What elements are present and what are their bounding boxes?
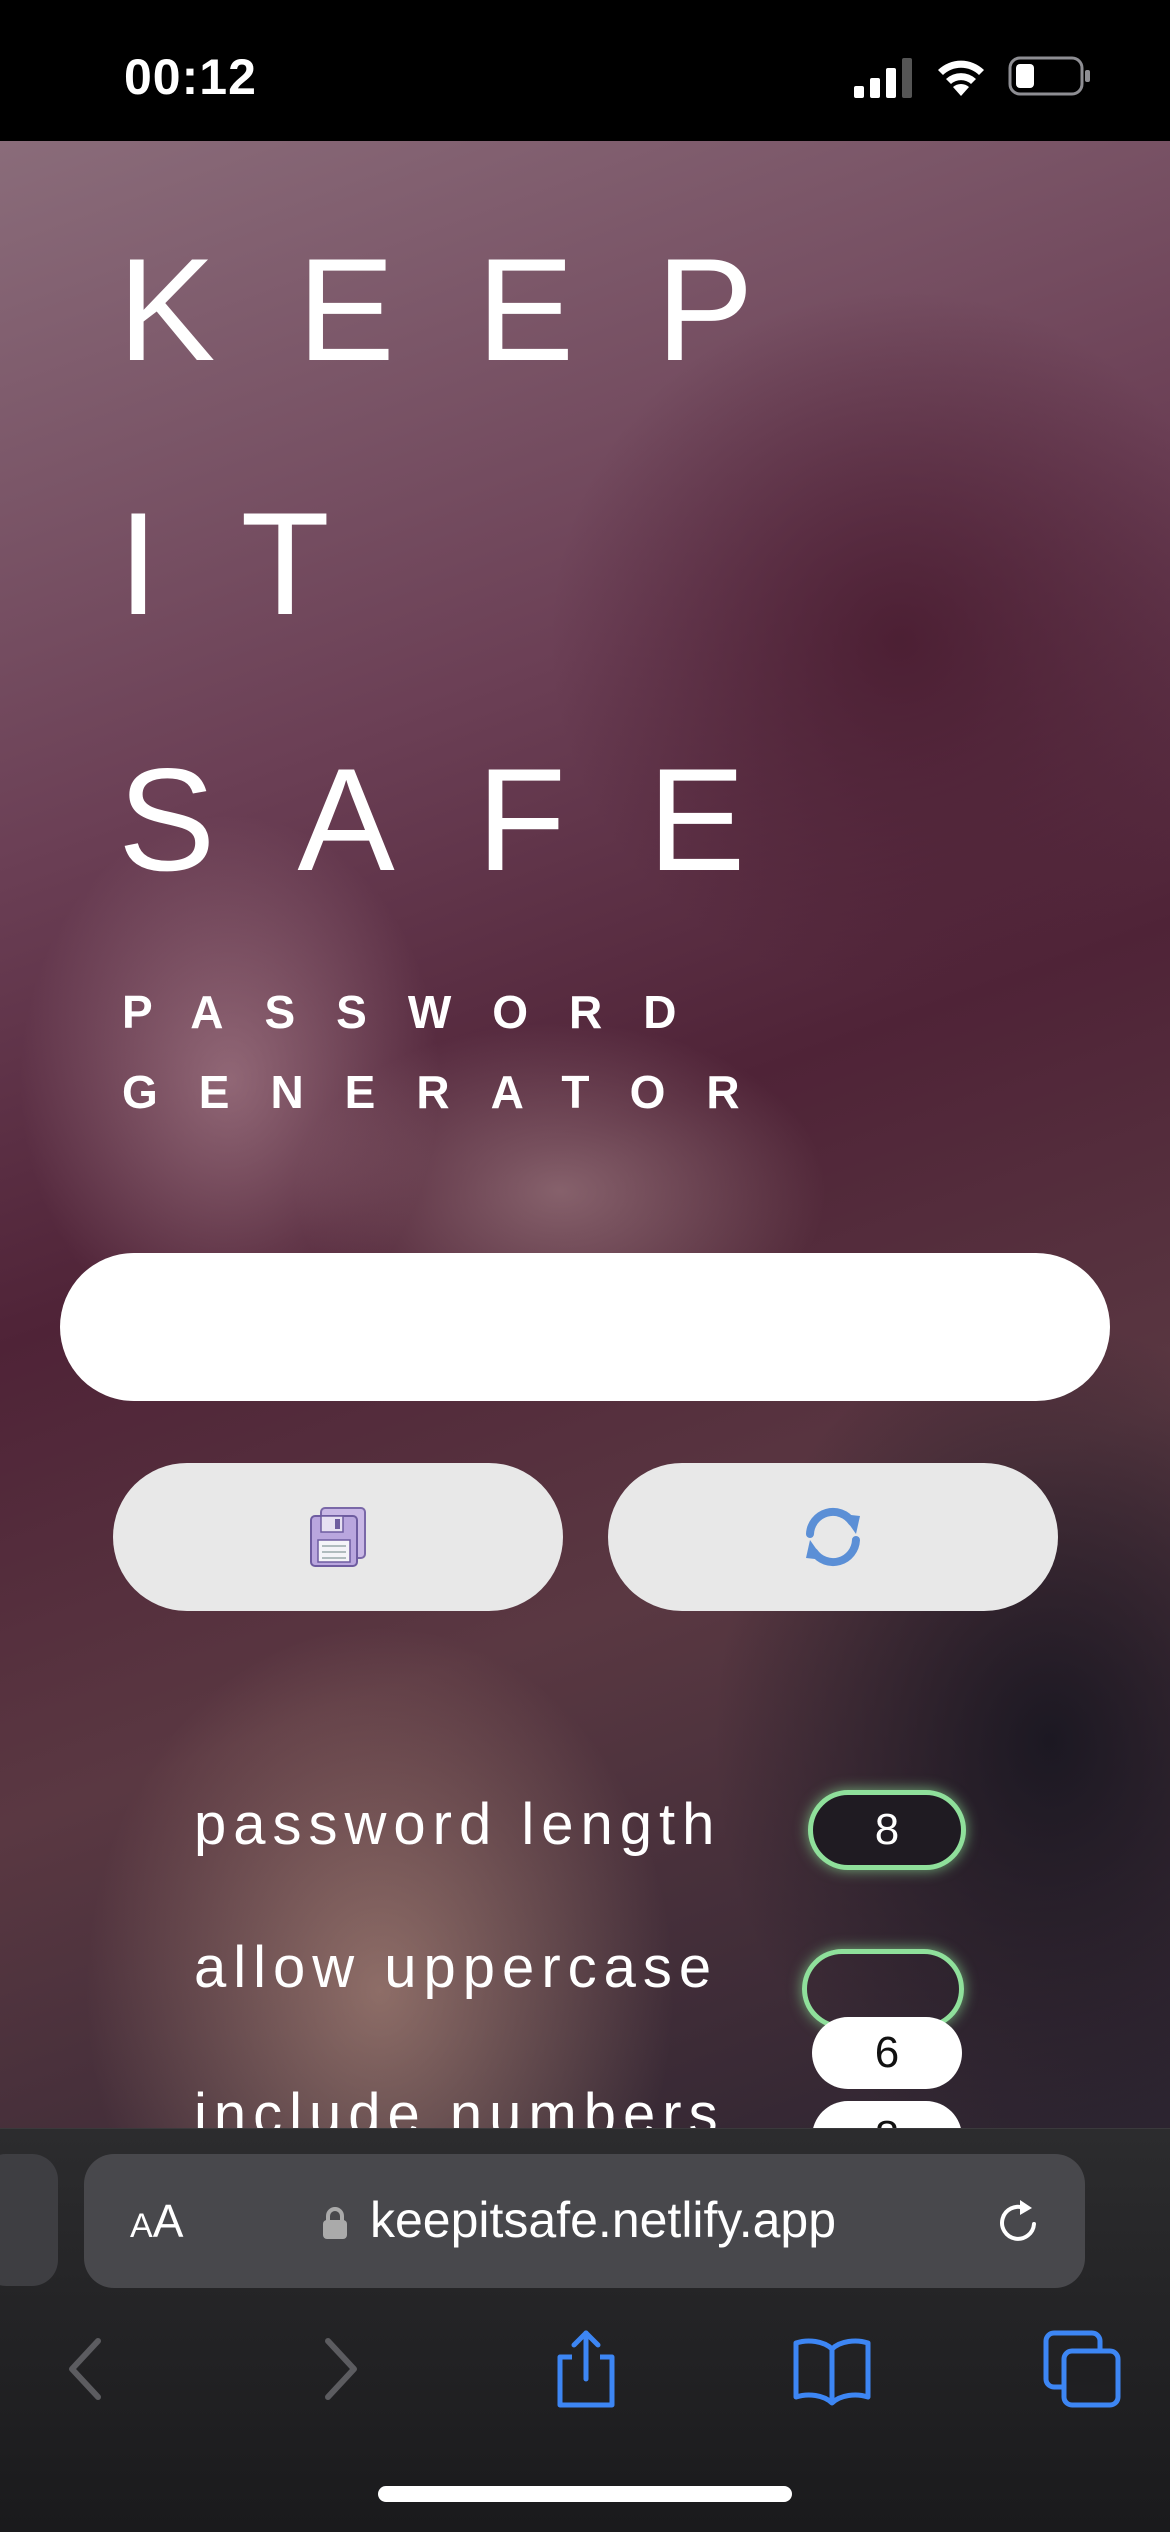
status-bar: 00:12 — [0, 0, 1170, 141]
signal-icon — [854, 58, 912, 98]
password-length-select[interactable]: 8 — [808, 1790, 966, 1870]
refresh-arrows-icon — [806, 1507, 860, 1567]
address-bar[interactable]: AA keepitsafe.netlify.app — [84, 2154, 1085, 2288]
home-indicator[interactable] — [378, 2486, 792, 2502]
status-time: 00:12 — [124, 49, 257, 105]
refresh-button[interactable] — [608, 1463, 1058, 1611]
subtitle-line-1: PASSWORD — [122, 986, 718, 1038]
battery-icon — [1008, 56, 1090, 96]
title-line-2: IT — [118, 482, 412, 645]
password-length-label: password length — [194, 1792, 722, 1857]
allow-uppercase-label: allow uppercase — [194, 1935, 719, 2000]
previous-tab-peek[interactable] — [0, 2154, 58, 2286]
subtitle-line-2: GENERATOR — [122, 1066, 781, 1118]
length-option[interactable]: 6 — [812, 2017, 962, 2089]
back-icon[interactable] — [46, 2327, 130, 2411]
include-numbers-label: include numbers — [194, 2082, 725, 2128]
forward-icon[interactable] — [296, 2327, 380, 2411]
browser-toolbar: AA keepitsafe.netlify.app — [0, 2128, 1170, 2532]
password-output-field[interactable] — [60, 1253, 1110, 1401]
share-icon[interactable] — [544, 2327, 628, 2411]
reload-icon[interactable] — [994, 2198, 1044, 2248]
title-line-3: SAFE — [118, 738, 828, 901]
bookmarks-icon[interactable] — [790, 2327, 874, 2411]
floppy-disk-icon — [310, 1507, 366, 1567]
wifi-icon — [938, 60, 984, 96]
save-button[interactable] — [113, 1463, 563, 1611]
length-option[interactable]: 8 — [812, 2101, 962, 2128]
tabs-icon[interactable] — [1040, 2327, 1124, 2411]
url-text: keepitsafe.netlify.app — [370, 2192, 837, 2248]
lock-icon — [323, 2207, 347, 2239]
text-size-button[interactable]: AA — [130, 2194, 183, 2248]
title-line-1: KEEP — [118, 228, 836, 391]
web-page: KEEP IT SAFE PASSWORD GENERATOR password… — [0, 141, 1170, 2128]
